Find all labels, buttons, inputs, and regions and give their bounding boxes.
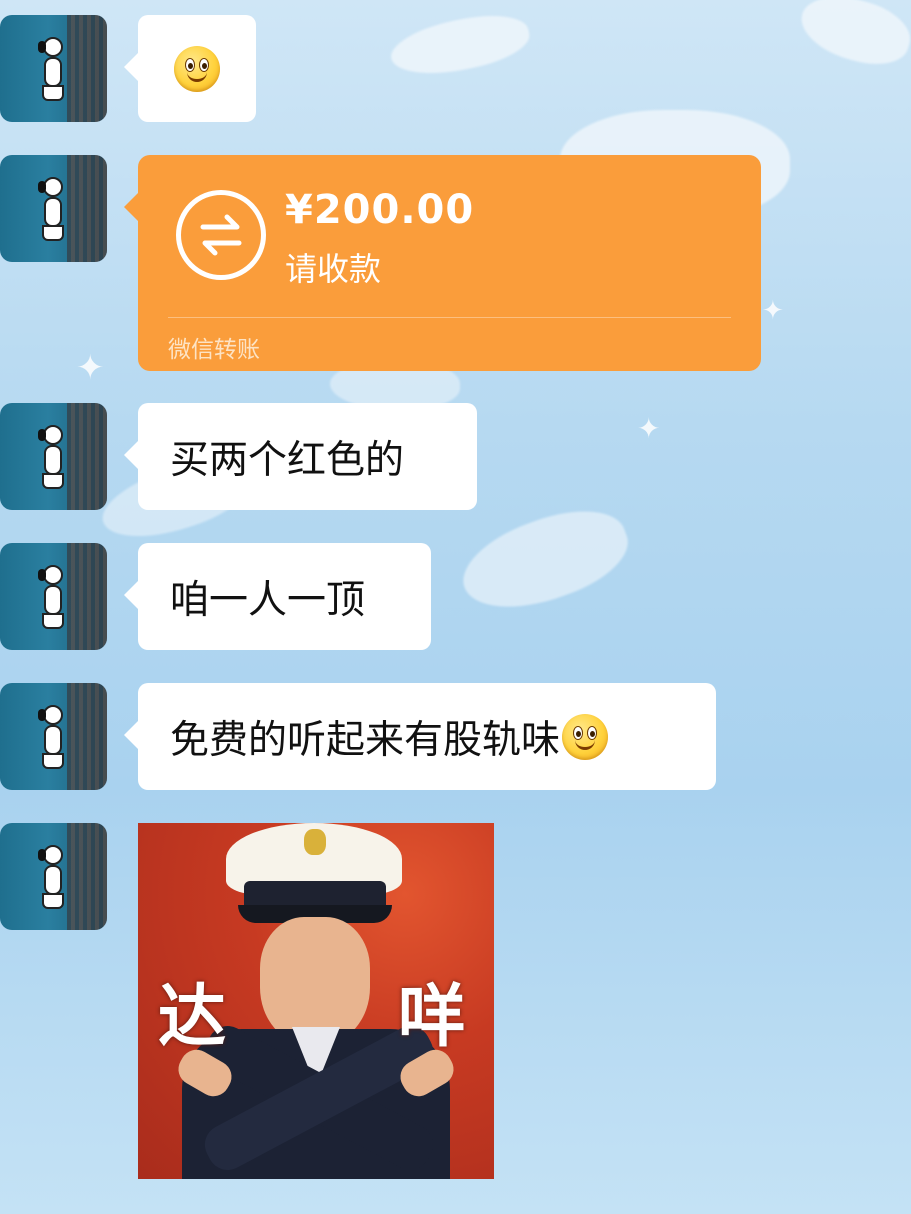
background-bird — [794, 0, 911, 74]
message-bubble-text[interactable]: 买两个红色的 — [124, 403, 477, 510]
sparkle-icon: ✦ — [762, 296, 784, 326]
transfer-arrows-icon — [176, 190, 266, 280]
background-bird — [386, 5, 534, 85]
snoopy-icon — [36, 37, 70, 103]
smiling-face-icon — [174, 45, 220, 92]
sparkle-icon: ✦ — [76, 348, 105, 388]
sticker-caption-left: 达 — [158, 978, 227, 1057]
snoopy-icon — [36, 705, 70, 771]
snoopy-icon — [36, 177, 70, 243]
message-bubble-text[interactable]: 免费的听起来有股轨味 — [124, 683, 716, 790]
background-bird — [451, 493, 639, 627]
sticker-caption-right: 咩 — [398, 978, 467, 1057]
message-bubble-text[interactable]: 咱一人一顶 — [124, 543, 431, 650]
message-text: 咱一人一顶 — [170, 577, 366, 623]
transfer-amount: ¥200.00 — [285, 187, 475, 233]
snoopy-icon — [36, 565, 70, 631]
sender-avatar[interactable] — [0, 823, 107, 930]
smiling-face-icon — [562, 713, 609, 760]
snoopy-icon — [36, 845, 70, 911]
snoopy-icon — [36, 425, 70, 491]
transfer-divider — [168, 317, 731, 318]
sparkle-icon: ✦ — [637, 412, 661, 445]
transfer-footer: 微信转账 — [168, 337, 260, 363]
message-text: 买两个红色的 — [170, 437, 405, 483]
sender-avatar[interactable] — [0, 403, 107, 510]
sender-avatar[interactable] — [0, 15, 107, 122]
sender-avatar[interactable] — [0, 683, 107, 790]
message-text: 免费的听起来有股轨味 — [170, 717, 561, 763]
sticker-image[interactable]: 达 咩 — [138, 823, 494, 1179]
sender-avatar[interactable] — [0, 155, 107, 262]
message-bubble-emoji[interactable] — [124, 15, 256, 122]
sender-avatar[interactable] — [0, 543, 107, 650]
transfer-status: 请收款 — [285, 250, 382, 288]
cap-badge-icon — [304, 829, 326, 855]
transfer-card[interactable]: ¥200.00 请收款 微信转账 — [124, 155, 761, 371]
sticker-face — [260, 917, 370, 1045]
